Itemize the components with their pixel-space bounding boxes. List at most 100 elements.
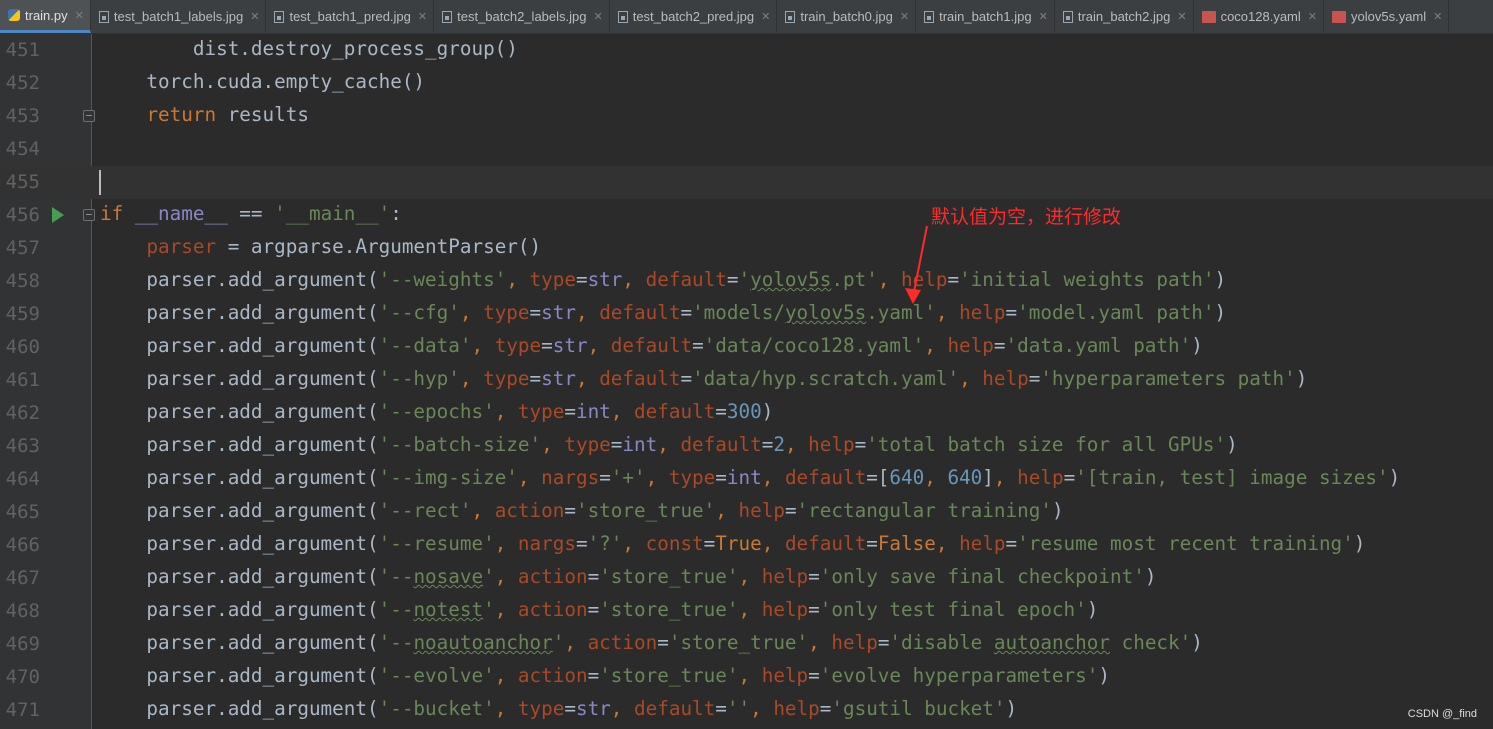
tab-test-batch1-pred-jpg[interactable]: test_batch1_pred.jpg ✕ [266,0,435,33]
watermark: CSDN @_find [1407,708,1477,720]
line-number: 462 [5,402,40,424]
code-line[interactable]: 459 parser.add_argument('--cfg', type=st… [0,298,1493,331]
code-line[interactable]: 455 [0,166,1493,199]
tab-train-batch0-jpg[interactable]: train_batch0.jpg ✕ [777,0,917,33]
close-icon[interactable]: ✕ [1308,10,1317,23]
line-number: 469 [5,633,40,655]
tab-train-py[interactable]: train.py ✕ [0,0,91,33]
code-text: parser.add_argument('--resume', nargs='?… [100,532,1366,555]
tab-train-batch1-jpg[interactable]: train_batch1.jpg ✕ [916,0,1055,33]
line-number: 463 [5,435,40,457]
line-number: 458 [5,270,40,292]
code-line[interactable]: 457 parser = argparse.ArgumentParser() [0,232,1493,265]
close-icon[interactable]: ✕ [1433,10,1442,23]
tab-test-batch2-pred-jpg[interactable]: test_batch2_pred.jpg ✕ [610,0,778,33]
tab-label: train_batch0.jpg [800,9,893,24]
code-line[interactable]: 463 parser.add_argument('--batch-size', … [0,430,1493,463]
code-line[interactable]: 452 torch.cuda.empty_cache() [0,67,1493,100]
close-icon[interactable]: ✕ [761,10,770,23]
line-number: 466 [5,534,40,556]
tab-yolov5s-yaml[interactable]: yolov5s.yaml ✕ [1324,0,1450,33]
line-number: 451 [5,39,40,61]
tab-label: train_batch1.jpg [939,9,1032,24]
line-number: 453 [5,105,40,127]
code-line[interactable]: 466 parser.add_argument('--resume', narg… [0,529,1493,562]
tab-label: train_batch2.jpg [1077,9,1171,24]
code-text: if __name__ == '__main__': [100,202,402,225]
code-text: parser.add_argument('--notest', action='… [100,598,1099,621]
tab-label: test_batch1_labels.jpg [113,9,244,24]
code-text: parser.add_argument('--cfg', type=str, d… [100,301,1227,324]
line-number: 471 [5,699,40,721]
close-icon[interactable]: ✕ [1039,10,1048,23]
tab-label: test_batch1_pred.jpg [289,9,411,24]
code-text: parser.add_argument('--rect', action='st… [100,499,1064,522]
tab-coco128-yaml[interactable]: coco128.yaml ✕ [1194,0,1324,33]
tab-label: coco128.yaml [1220,9,1301,24]
close-icon[interactable]: ✕ [250,10,259,23]
line-number: 464 [5,468,40,490]
code-line[interactable]: 470 parser.add_argument('--evolve', acti… [0,661,1493,694]
image-file-icon [442,10,453,23]
image-file-icon [274,10,285,23]
close-icon[interactable]: ✕ [593,10,602,23]
python-file-icon [8,9,20,21]
editor-tab-bar: train.py ✕ test_batch1_labels.jpg ✕ test_bat… [0,0,1493,34]
code-line[interactable]: 456 if __name__ == '__main__': [0,199,1493,232]
line-number: 455 [5,171,40,193]
code-text: return results [146,103,309,126]
tab-label: yolov5s.yaml [1351,9,1427,24]
code-line[interactable]: 462 parser.add_argument('--epochs', type… [0,397,1493,430]
code-text: parser.add_argument('--evolve', action='… [100,664,1110,687]
line-number: 468 [5,600,40,622]
line-number: 456 [5,204,40,226]
code-line[interactable]: 464 parser.add_argument('--img-size', na… [0,463,1493,496]
tab-label: train.py [25,7,68,23]
tab-train-batch2-jpg[interactable]: train_batch2.jpg ✕ [1055,0,1194,33]
image-file-icon [1062,10,1073,23]
code-line[interactable]: 469 parser.add_argument('--noautoanchor'… [0,628,1493,661]
code-line[interactable]: 467 parser.add_argument('--nosave', acti… [0,562,1493,595]
tab-label: test_batch2_pred.jpg [632,9,755,24]
close-icon[interactable]: ✕ [1177,10,1186,23]
run-icon[interactable] [52,207,64,223]
code-text: parser.add_argument('--weights', type=st… [100,268,1227,291]
tab-label: test_batch2_labels.jpg [457,9,587,24]
code-line[interactable]: 468 parser.add_argument('--notest', acti… [0,595,1493,628]
fold-icon[interactable] [83,209,95,221]
yaml-file-icon [1332,10,1346,23]
text-caret [99,170,101,195]
line-number: 467 [5,567,40,589]
code-text: parser.add_argument('--bucket', type=str… [100,697,1018,720]
fold-icon[interactable] [83,110,95,122]
code-line[interactable]: 451 dist.destroy_process_group() [0,34,1493,67]
close-icon[interactable]: ✕ [418,10,427,23]
code-line[interactable]: 460 parser.add_argument('--data', type=s… [0,331,1493,364]
tab-test-batch1-labels-jpg[interactable]: test_batch1_labels.jpg ✕ [91,0,267,33]
tab-test-batch2-labels-jpg[interactable]: test_batch2_labels.jpg ✕ [434,0,610,33]
image-file-icon [617,10,628,23]
code-line[interactable]: 453 return results [0,100,1493,133]
line-number: 457 [5,237,40,259]
line-number: 452 [5,72,40,94]
code-text: parser.add_argument('--noautoanchor', ac… [100,631,1203,654]
code-line[interactable]: 454 [0,133,1493,166]
code-line[interactable]: 461 parser.add_argument('--hyp', type=st… [0,364,1493,397]
code-text: torch.cuda.empty_cache() [100,70,426,93]
line-number: 459 [5,303,40,325]
code-text: parser.add_argument('--data', type=str, … [100,334,1203,357]
code-text: parser.add_argument('--hyp', type=str, d… [100,367,1308,390]
yaml-file-icon [1201,10,1216,23]
close-icon[interactable]: ✕ [900,10,909,23]
code-line[interactable]: 465 parser.add_argument('--rect', action… [0,496,1493,529]
code-editor[interactable]: 451 dist.destroy_process_group() 452 torc… [0,34,1493,729]
line-number: 470 [5,666,40,688]
image-file-icon [924,10,935,23]
close-icon[interactable]: ✕ [75,9,84,22]
code-line[interactable]: 471 parser.add_argument('--bucket', type… [0,694,1493,727]
code-text: parser.add_argument('--batch-size', type… [100,433,1238,456]
line-number: 460 [5,336,40,358]
image-file-icon [785,10,796,23]
code-text: parser = argparse.ArgumentParser() [146,235,542,258]
code-line[interactable]: 458 parser.add_argument('--weights', typ… [0,265,1493,298]
